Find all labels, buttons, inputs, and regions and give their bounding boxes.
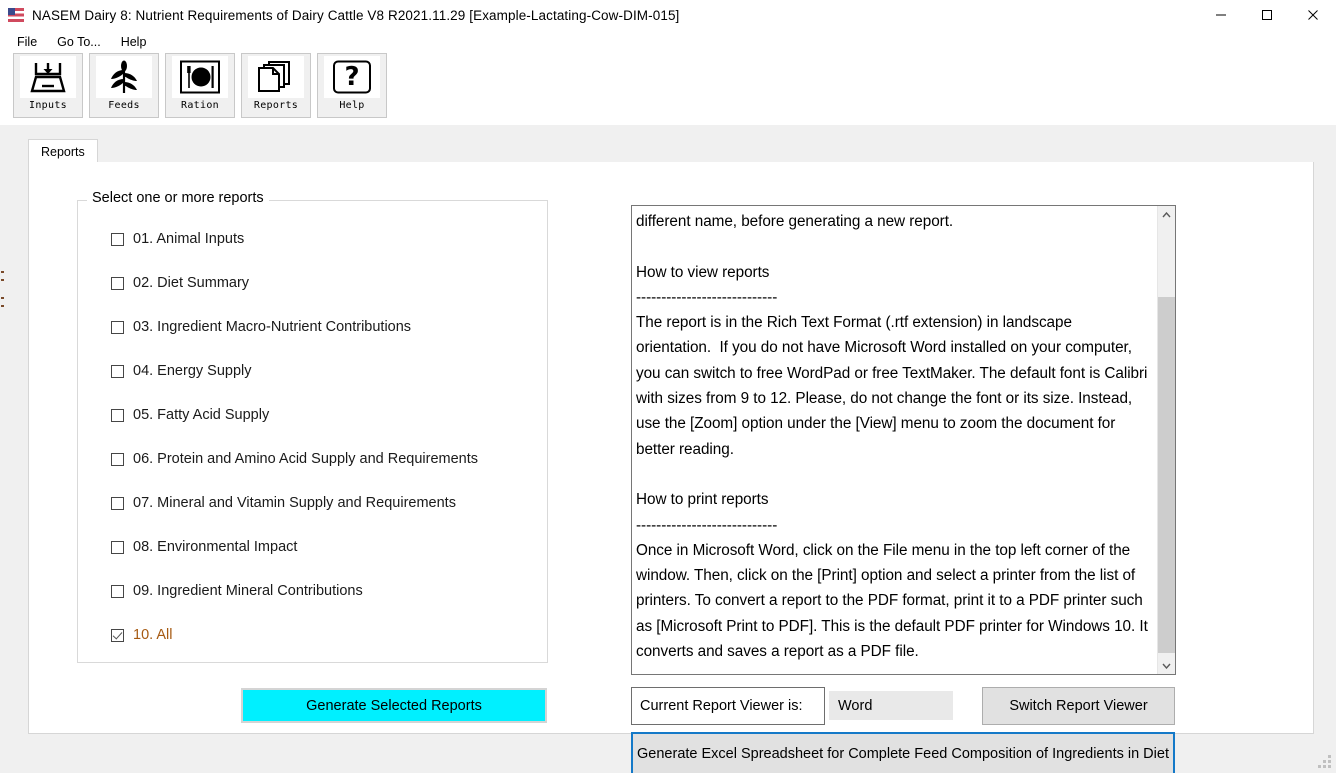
list-item[interactable]: 02. Diet Summary — [111, 272, 541, 294]
toolbar-button-ration[interactable]: Ration — [165, 53, 235, 118]
checkbox-10[interactable] — [111, 628, 124, 642]
menu-item-file[interactable]: File — [8, 33, 46, 51]
toolbar-button-feeds[interactable]: Feeds — [89, 53, 159, 118]
checkbox-label-02: 02. Diet Summary — [133, 275, 250, 291]
window-controls — [1198, 0, 1336, 30]
checkbox-09[interactable] — [111, 584, 124, 598]
list-item[interactable]: 08. Environmental Impact — [111, 536, 541, 558]
toolbar-button-help[interactable]: ? Help — [317, 53, 387, 118]
title-bar: NASEM Dairy 8: Nutrient Requirements of … — [0, 0, 1336, 30]
menu-item-goto[interactable]: Go To... — [48, 33, 110, 51]
edge-artifact — [1, 271, 5, 313]
toolbar: Inputs Feeds Ration Reports ? Help — [0, 53, 1336, 125]
tab-page-reports: Select one or more reports 01. Animal In… — [28, 162, 1314, 773]
help-text-panel[interactable]: different name, before generating a new … — [631, 205, 1176, 675]
checkbox-label-08: 08. Environmental Impact — [133, 539, 298, 555]
toolbar-button-inputs[interactable]: Inputs — [13, 53, 83, 118]
question-mark-icon: ? — [324, 56, 380, 98]
list-item[interactable]: 05. Fatty Acid Supply — [111, 404, 541, 426]
reports-checkbox-list: 01. Animal Inputs 02. Diet Summary 03. I… — [111, 228, 541, 668]
svg-text:?: ? — [344, 62, 359, 92]
stacked-pages-icon — [248, 56, 304, 98]
minimize-icon[interactable] — [1198, 0, 1244, 30]
list-item[interactable]: 04. Energy Supply — [111, 360, 541, 382]
checkbox-label-03: 03. Ingredient Macro-Nutrient Contributi… — [133, 319, 412, 335]
checkbox-label-06: 06. Protein and Amino Acid Supply and Re… — [133, 451, 478, 467]
vertical-scrollbar[interactable] — [1157, 206, 1175, 674]
toolbar-label-help: Help — [339, 100, 365, 111]
checkbox-05[interactable] — [111, 408, 124, 422]
list-item[interactable]: 06. Protein and Amino Acid Supply and Re… — [111, 448, 541, 470]
corn-plant-icon — [96, 56, 152, 98]
application-window: NASEM Dairy 8: Nutrient Requirements of … — [0, 0, 1336, 773]
scrollbar-thumb[interactable] — [1158, 297, 1175, 653]
checkbox-label-07: 07. Mineral and Vitamin Supply and Requi… — [133, 495, 456, 511]
checkbox-02[interactable] — [111, 276, 124, 290]
us-flag-icon — [8, 8, 24, 22]
toolbar-label-ration: Ration — [181, 100, 219, 111]
menu-item-help[interactable]: Help — [112, 33, 156, 51]
generate-selected-reports-button[interactable]: Generate Selected Reports — [241, 688, 547, 723]
toolbar-label-feeds: Feeds — [108, 100, 140, 111]
checkbox-07[interactable] — [111, 496, 124, 510]
checkbox-08[interactable] — [111, 540, 124, 554]
list-item[interactable]: 03. Ingredient Macro-Nutrient Contributi… — [111, 316, 541, 338]
tab-reports-label: Reports — [41, 144, 85, 159]
checkbox-label-05: 05. Fatty Acid Supply — [133, 407, 270, 423]
checkbox-label-09: 09. Ingredient Mineral Contributions — [133, 583, 363, 599]
close-icon[interactable] — [1290, 0, 1336, 30]
resize-grip[interactable] — [1318, 755, 1332, 769]
checkbox-label-01: 01. Animal Inputs — [133, 231, 245, 247]
reports-group-legend: Select one or more reports — [87, 190, 269, 206]
list-item[interactable]: 09. Ingredient Mineral Contributions — [111, 580, 541, 602]
list-item[interactable]: 10. All — [111, 624, 541, 646]
tab-strip: Reports — [28, 139, 1314, 164]
checkbox-label-10: 10. All — [133, 627, 173, 643]
checkbox-06[interactable] — [111, 452, 124, 466]
list-item[interactable]: 01. Animal Inputs — [111, 228, 541, 250]
menu-bar: File Go To... Help — [0, 30, 1336, 53]
list-item[interactable]: 07. Mineral and Vitamin Supply and Requi… — [111, 492, 541, 514]
checkbox-04[interactable] — [111, 364, 124, 378]
chevron-down-icon[interactable] — [1158, 657, 1175, 674]
current-report-viewer-value: Word — [829, 691, 953, 720]
toolbar-label-reports: Reports — [253, 100, 299, 111]
chevron-up-icon[interactable] — [1158, 206, 1175, 223]
toolbar-label-inputs: Inputs — [29, 100, 67, 111]
maximize-icon[interactable] — [1244, 0, 1290, 30]
import-tray-icon — [20, 56, 76, 98]
plate-fork-knife-icon — [172, 56, 228, 98]
checkbox-label-04: 04. Energy Supply — [133, 363, 252, 379]
current-report-viewer-label: Current Report Viewer is: — [631, 687, 825, 725]
client-area: Reports Select one or more reports 01. A… — [0, 125, 1336, 773]
generate-excel-spreadsheet-button[interactable]: Generate Excel Spreadsheet for Complete … — [631, 732, 1175, 773]
checkbox-01[interactable] — [111, 232, 124, 246]
checkbox-03[interactable] — [111, 320, 124, 334]
switch-report-viewer-button[interactable]: Switch Report Viewer — [982, 687, 1175, 725]
toolbar-button-reports[interactable]: Reports — [241, 53, 311, 118]
tab-reports[interactable]: Reports — [28, 139, 98, 164]
help-text-content: different name, before generating a new … — [636, 213, 1148, 661]
window-title: NASEM Dairy 8: Nutrient Requirements of … — [32, 7, 680, 23]
